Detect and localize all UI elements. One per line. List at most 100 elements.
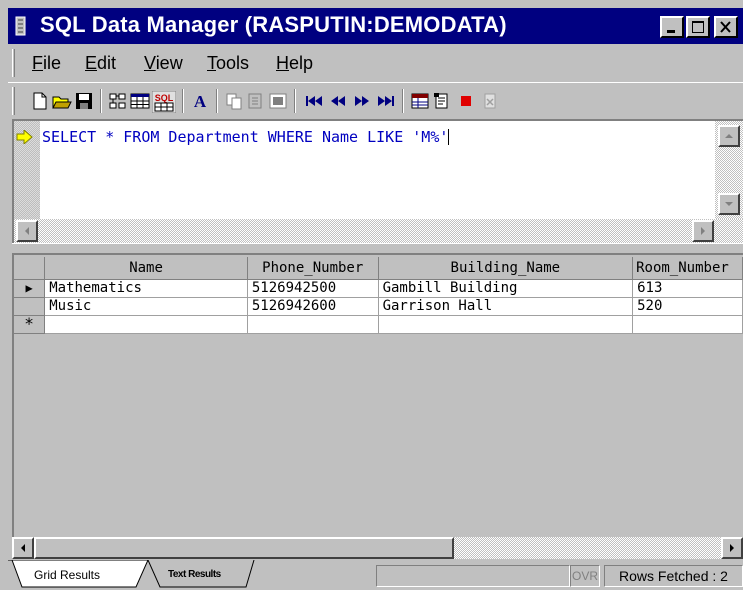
open-folder-icon <box>52 96 72 109</box>
menu-grip[interactable] <box>12 49 15 77</box>
cell-room-number[interactable]: 613 <box>632 279 743 298</box>
new-button[interactable] <box>30 91 50 111</box>
editor-gutter <box>14 121 40 219</box>
scroll-right-icon <box>730 544 734 552</box>
new-cell-room-number[interactable] <box>632 315 743 334</box>
table-design-icon <box>411 93 429 109</box>
stop-icon <box>461 96 471 106</box>
new-row-marker: * <box>24 315 34 333</box>
paste-icon <box>248 93 262 109</box>
results-table: Name Phone_Number Building_Name Room_Num… <box>14 257 743 334</box>
overwrite-indicator: OVR <box>570 565 600 587</box>
grid-scroll-right-button[interactable] <box>721 537 743 559</box>
save-button[interactable] <box>74 91 94 111</box>
pane-splitter[interactable] <box>12 243 743 251</box>
row-indicator[interactable] <box>14 297 46 316</box>
new-cell-building-name[interactable] <box>378 315 634 334</box>
run-query-button[interactable] <box>268 91 288 111</box>
menu-help[interactable]: Help <box>276 53 313 74</box>
toolbar-separator <box>216 89 218 113</box>
editor-scroll-right-button[interactable] <box>692 220 714 242</box>
font-button[interactable]: A <box>190 91 210 111</box>
previous-record-icon <box>331 96 345 106</box>
tab-grid-results-label: Grid Results <box>34 568 101 582</box>
first-record-button[interactable] <box>304 91 324 111</box>
grid-horizontal-scrollbar[interactable] <box>12 537 743 559</box>
column-header-name[interactable]: Name <box>44 257 248 280</box>
cell-building-name[interactable]: Gambill Building <box>378 279 634 298</box>
results-grid[interactable]: Name Phone_Number Building_Name Room_Num… <box>12 253 743 537</box>
table-tree-button[interactable] <box>108 91 128 111</box>
clear-icon <box>434 93 448 109</box>
grid-scroll-thumb[interactable] <box>34 537 454 559</box>
copy-icon <box>226 93 242 110</box>
menu-help-accel: H <box>276 53 289 73</box>
column-header-building-name[interactable]: Building_Name <box>378 257 634 280</box>
tab-grid-results[interactable]: Grid Results <box>34 568 100 590</box>
title-bar[interactable]: SQL Data Manager (RASPUTIN:DEMODATA) <box>8 8 743 44</box>
next-record-button[interactable] <box>352 91 372 111</box>
scroll-right-icon <box>701 227 705 235</box>
new-row-indicator[interactable]: * <box>14 315 46 334</box>
column-header-room-number[interactable]: Room_Number <box>632 257 743 280</box>
menu-file[interactable]: File <box>32 53 61 74</box>
table-design-button[interactable] <box>410 91 430 111</box>
menu-tools[interactable]: Tools <box>207 53 249 74</box>
editor-scroll-down-button[interactable] <box>718 193 740 215</box>
grid-scroll-left-button[interactable] <box>12 537 34 559</box>
maximize-button[interactable] <box>686 16 710 38</box>
clear-button[interactable] <box>432 91 452 111</box>
status-message-panel <box>376 565 570 587</box>
editor-horizontal-scrollbar[interactable] <box>14 219 743 243</box>
export-button[interactable] <box>480 91 500 111</box>
minimize-button[interactable] <box>660 16 684 38</box>
stop-button[interactable] <box>456 91 476 111</box>
sql-query-text: SELECT * FROM Department WHERE Name LIKE… <box>42 128 449 146</box>
table-tree-icon <box>109 93 126 109</box>
menu-view[interactable]: View <box>144 53 183 74</box>
new-cell-phone-number[interactable] <box>247 315 379 334</box>
app-icon <box>15 16 26 36</box>
new-row[interactable]: * <box>14 315 743 334</box>
sql-mode-button[interactable]: SQL <box>152 91 176 113</box>
close-icon <box>720 21 731 33</box>
cell-name[interactable]: Music <box>44 297 248 316</box>
copy-button[interactable] <box>224 91 244 111</box>
cell-phone-number[interactable]: 5126942500 <box>247 279 379 298</box>
cell-phone-number[interactable]: 5126942600 <box>247 297 379 316</box>
sql-editor[interactable]: SELECT * FROM Department WHERE Name LIKE… <box>40 121 715 219</box>
menu-help-rest: elp <box>289 53 314 73</box>
cell-name[interactable]: Mathematics <box>44 279 248 298</box>
minimize-icon <box>667 30 675 33</box>
toolbar-grip[interactable] <box>12 87 15 115</box>
column-header-phone-number[interactable]: Phone_Number <box>247 257 379 280</box>
run-query-icon <box>269 93 287 109</box>
table-row[interactable]: Music 5126942600 Garrison Hall 520 <box>14 297 743 316</box>
grid-corner[interactable] <box>14 257 46 280</box>
paste-button[interactable] <box>246 91 266 111</box>
close-button[interactable] <box>714 16 738 38</box>
save-icon <box>76 93 92 109</box>
cell-room-number[interactable]: 520 <box>632 297 743 316</box>
tab-text-results-label: Text Results <box>168 569 221 580</box>
open-button[interactable] <box>52 91 72 111</box>
menu-tools-accel: T <box>207 53 216 73</box>
cell-building-name[interactable]: Garrison Hall <box>378 297 634 316</box>
table-row[interactable]: ▶ Mathematics 5126942500 Gambill Buildin… <box>14 279 743 298</box>
grid-view-button[interactable] <box>130 91 150 111</box>
tab-text-results[interactable]: Text Results <box>168 569 221 590</box>
menu-edit[interactable]: Edit <box>85 53 116 74</box>
editor-scroll-left-button[interactable] <box>16 220 38 242</box>
toolbar-separator <box>294 89 296 113</box>
new-cell-name[interactable] <box>44 315 248 334</box>
status-bar: Grid Results Text Results OVR Rows Fetch… <box>8 560 743 590</box>
editor-vertical-scrollbar[interactable] <box>715 121 743 219</box>
last-record-button[interactable] <box>376 91 396 111</box>
editor-scroll-up-button[interactable] <box>718 125 740 147</box>
previous-record-button[interactable] <box>328 91 348 111</box>
current-row-indicator[interactable]: ▶ <box>14 279 46 298</box>
toolbar: SQL A <box>8 82 743 118</box>
window-title: SQL Data Manager (RASPUTIN:DEMODATA) <box>40 12 507 37</box>
menu-view-accel: V <box>144 53 156 73</box>
scroll-down-icon <box>725 202 733 206</box>
